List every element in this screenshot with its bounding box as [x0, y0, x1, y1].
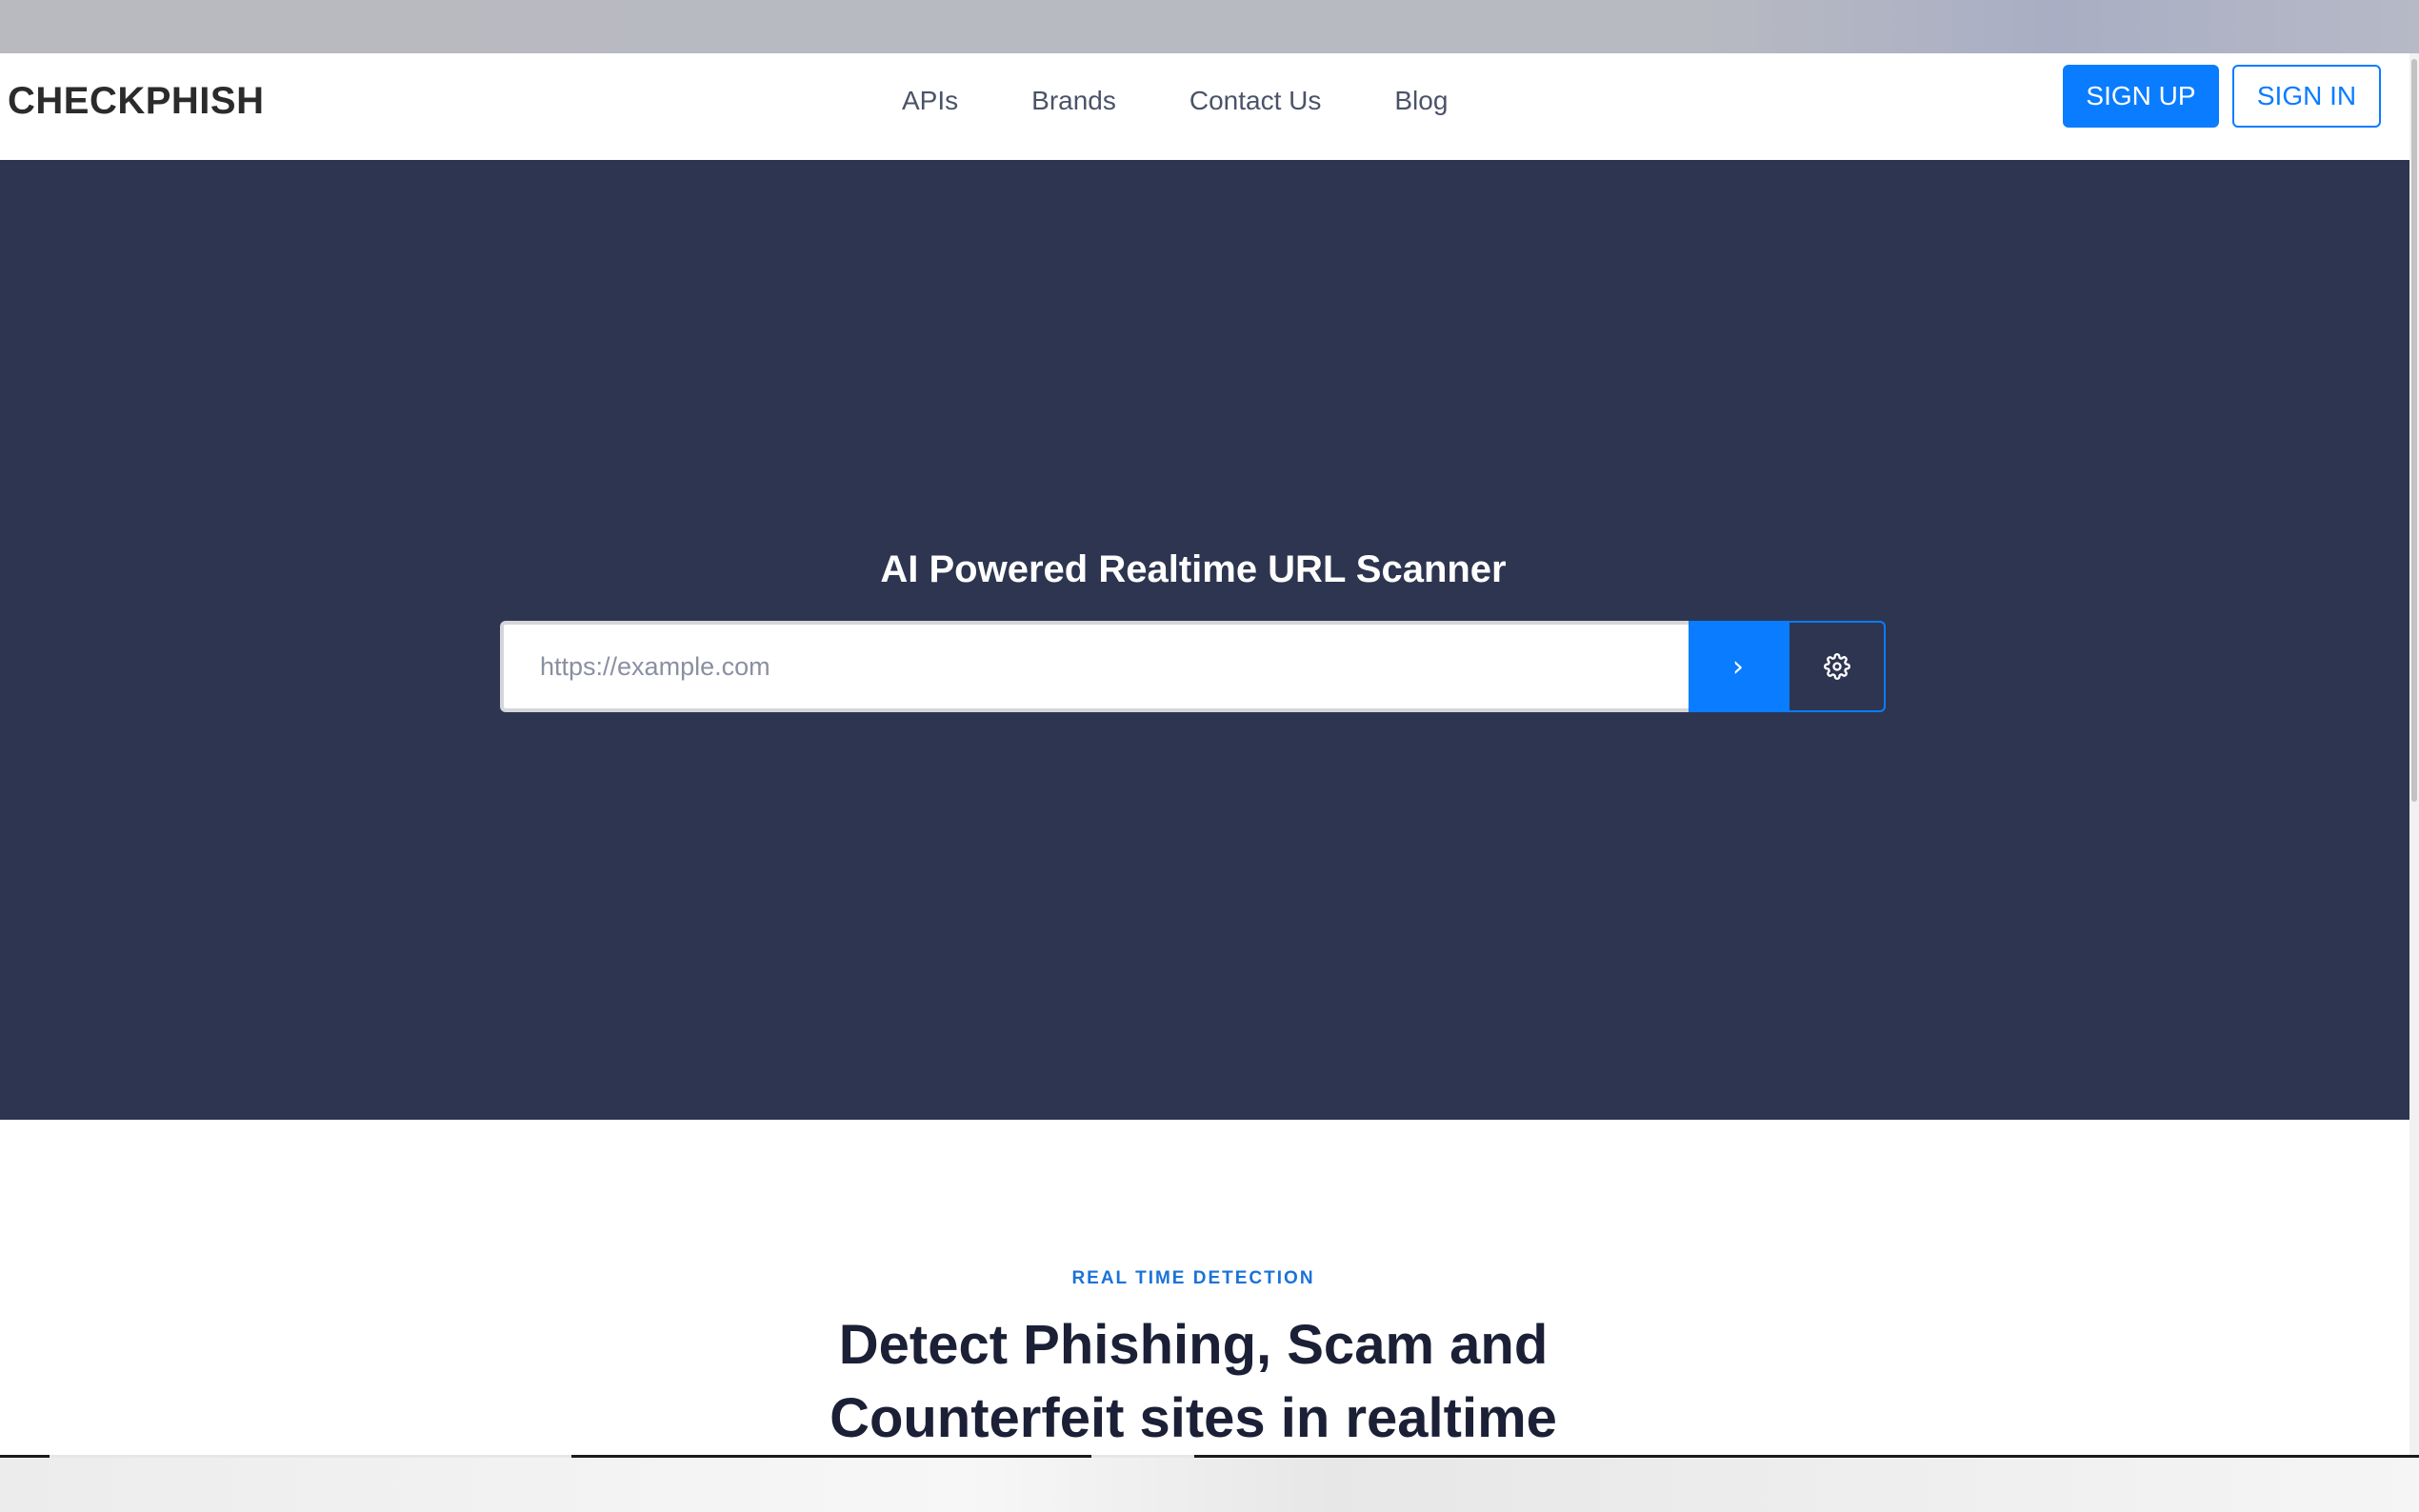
nav-link-contact-us[interactable]: Contact Us: [1190, 70, 1322, 131]
url-input[interactable]: [500, 621, 1689, 712]
nav-link-brands[interactable]: Brands: [1031, 70, 1116, 131]
chevron-right-icon: ›: [1732, 649, 1744, 684]
section-title-line-2: Counterfeit sites in realtime: [830, 1387, 1557, 1449]
sign-up-button[interactable]: SIGN UP: [2063, 65, 2219, 128]
sign-in-button[interactable]: SIGN IN: [2232, 65, 2381, 128]
browser-bottom-strip: [0, 1458, 2419, 1512]
page: CHECKPHISH APIs Brands Contact Us Blog S…: [0, 53, 2409, 1457]
section-eyebrow: REAL TIME DETECTION: [1071, 1268, 1315, 1288]
page-scrollbar[interactable]: [2409, 53, 2419, 1457]
scan-settings-button[interactable]: [1788, 621, 1886, 712]
url-scan-form: ›: [500, 621, 1886, 712]
section-title: Detect Phishing, Scam and Counterfeit si…: [0, 1308, 2387, 1455]
nav-link-blog[interactable]: Blog: [1394, 70, 1448, 131]
gear-icon: [1823, 653, 1850, 680]
section-title-line-1: Detect Phishing, Scam and: [838, 1314, 1549, 1376]
scrollbar-thumb[interactable]: [2411, 59, 2417, 802]
hero-title: AI Powered Realtime URL Scanner: [880, 548, 1507, 590]
nav-link-apis[interactable]: APIs: [902, 70, 958, 131]
brand-logo[interactable]: CHECKPHISH: [8, 70, 264, 131]
nav-links: APIs Brands Contact Us Blog: [902, 70, 1448, 131]
navbar: CHECKPHISH APIs Brands Contact Us Blog S…: [0, 53, 2409, 160]
browser-top-strip: [0, 0, 2419, 53]
hero-section: AI Powered Realtime URL Scanner ›: [0, 160, 2409, 1120]
scan-submit-button[interactable]: ›: [1689, 621, 1788, 712]
